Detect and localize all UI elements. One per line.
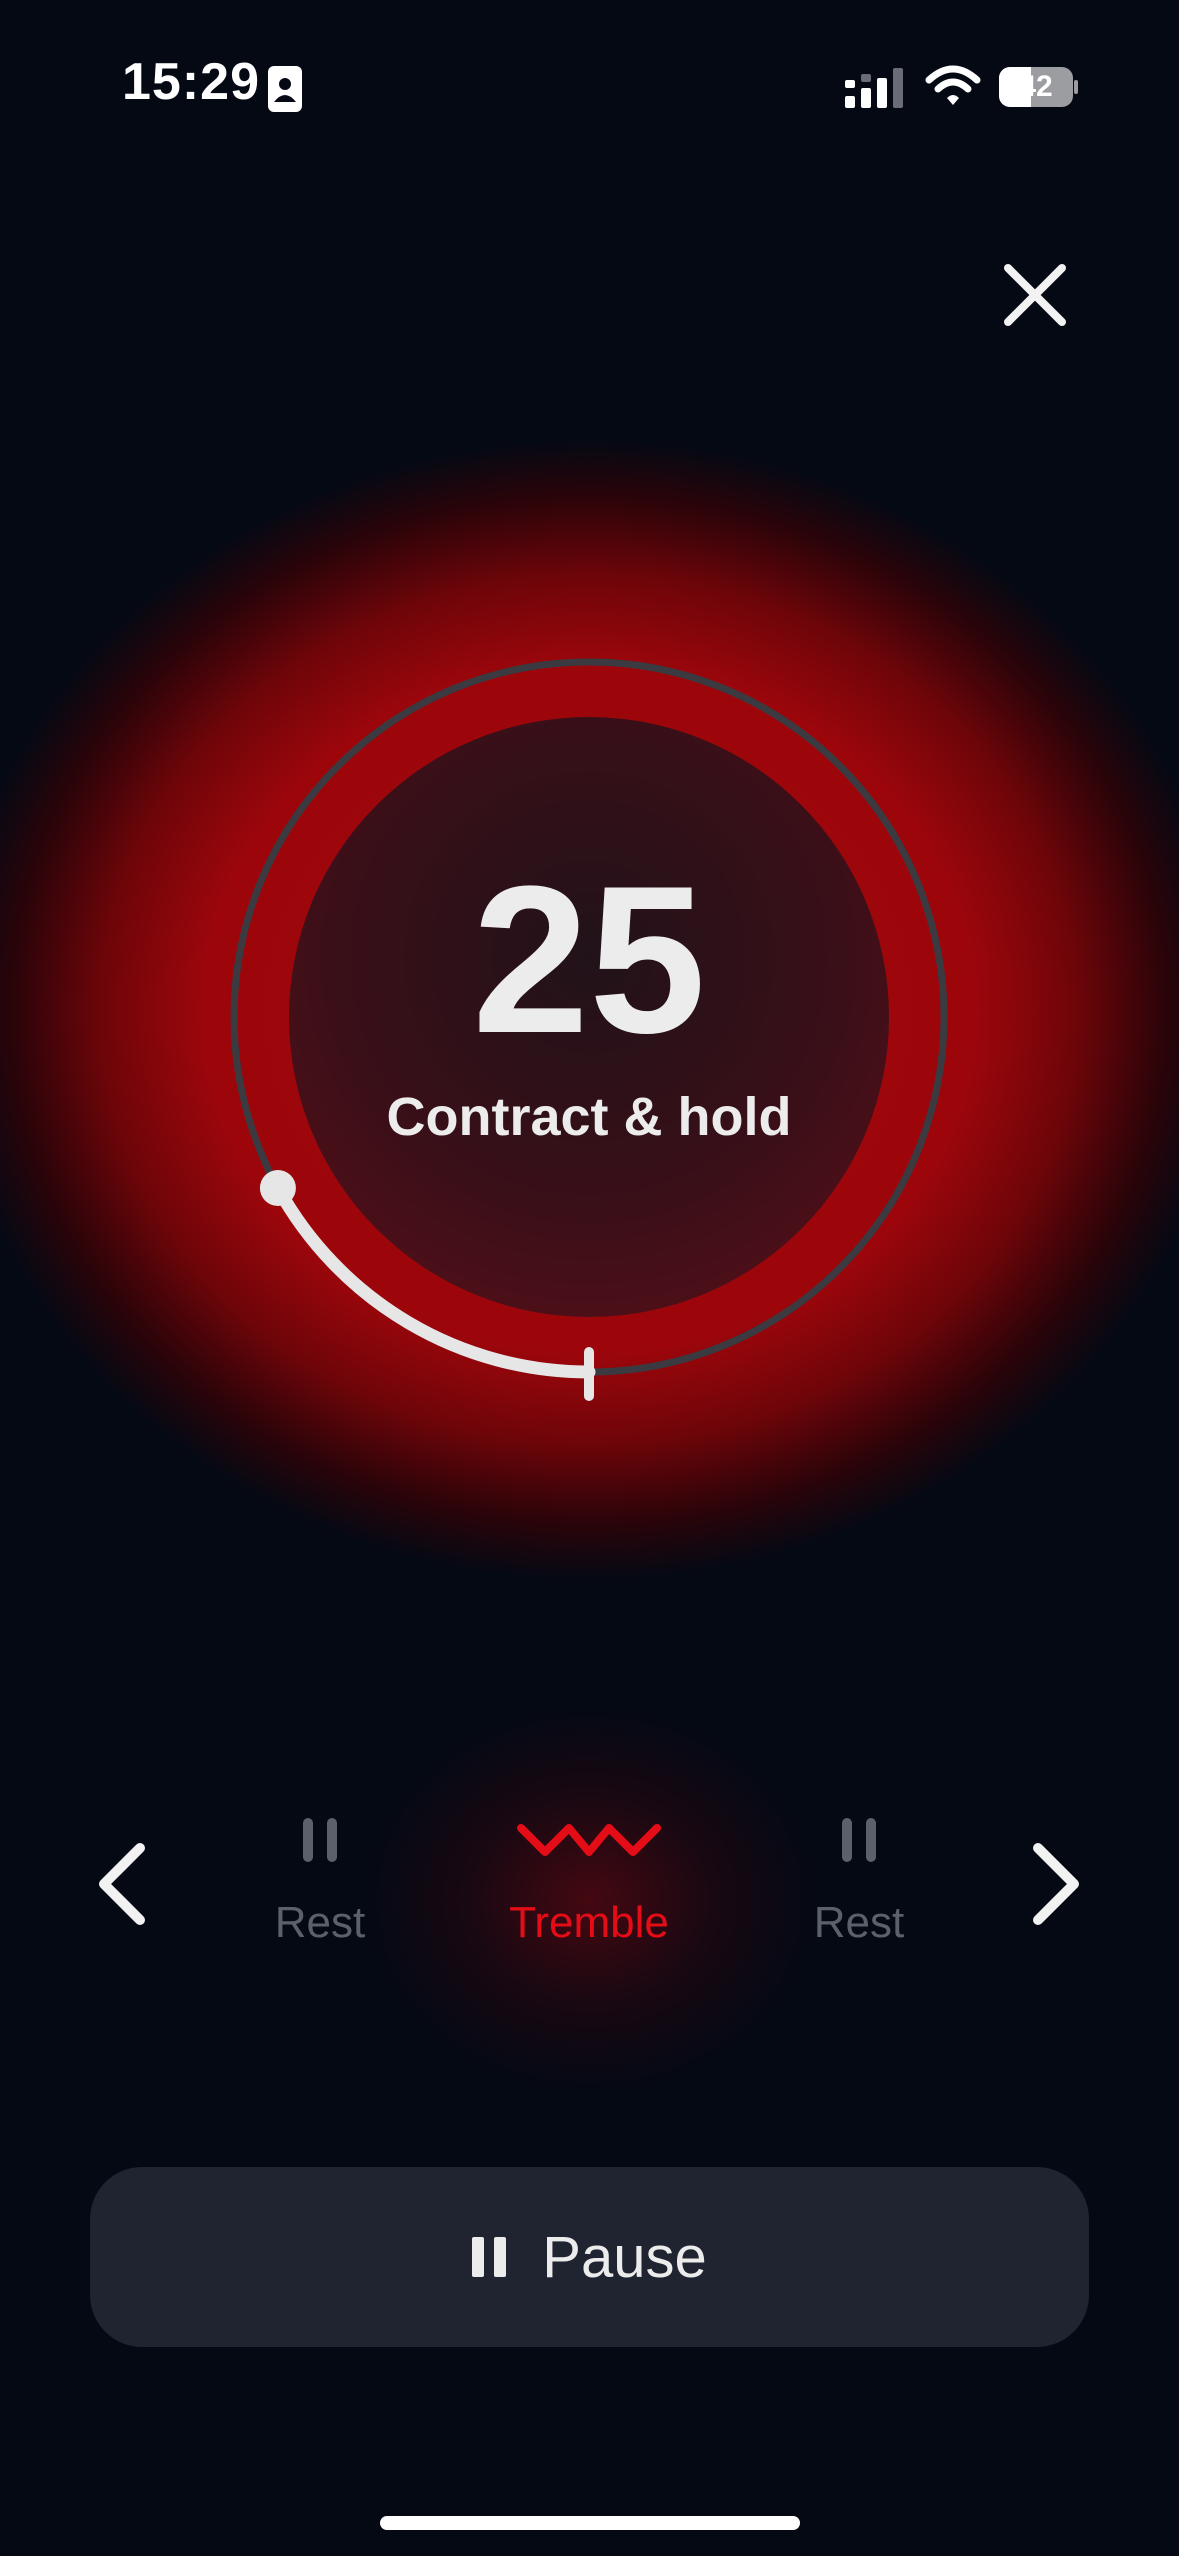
id-card-icon — [268, 66, 302, 112]
step-rest-next[interactable]: Rest — [739, 1810, 979, 1970]
pause-button[interactable]: Pause — [90, 2167, 1089, 2347]
pause-bars-icon — [303, 1818, 337, 1862]
status-time: 15:29 — [122, 53, 260, 111]
chevron-right-icon — [1033, 1843, 1079, 1925]
home-indicator[interactable] — [380, 2516, 800, 2530]
previous-step-button[interactable] — [82, 1834, 162, 1934]
zigzag-wave-icon — [517, 1824, 661, 1856]
chevron-left-icon — [99, 1843, 145, 1925]
pause-label: Pause — [542, 2224, 707, 2290]
signal-icon — [845, 68, 903, 108]
dial-progress-arc — [271, 1181, 596, 1379]
status-bar: 15:29 42 — [0, 0, 1179, 150]
step-label: Rest — [813, 1898, 905, 1947]
step-label: Rest — [274, 1898, 366, 1947]
pause-bars-icon — [842, 1818, 876, 1862]
step-label: Tremble — [509, 1898, 669, 1947]
countdown-number: 25 — [472, 842, 706, 1077]
close-button[interactable] — [990, 250, 1080, 340]
next-step-button[interactable] — [1016, 1834, 1096, 1934]
step-rest-previous[interactable]: Rest — [200, 1810, 440, 1970]
battery-level: 42 — [1019, 70, 1053, 103]
phase-label: Contract & hold — [386, 1087, 792, 1147]
wifi-icon — [925, 65, 981, 105]
pause-icon — [472, 2237, 507, 2277]
close-icon — [1004, 264, 1066, 326]
step-tremble-current[interactable]: Tremble — [469, 1810, 709, 1970]
dial-progress-knob — [259, 1170, 296, 1207]
